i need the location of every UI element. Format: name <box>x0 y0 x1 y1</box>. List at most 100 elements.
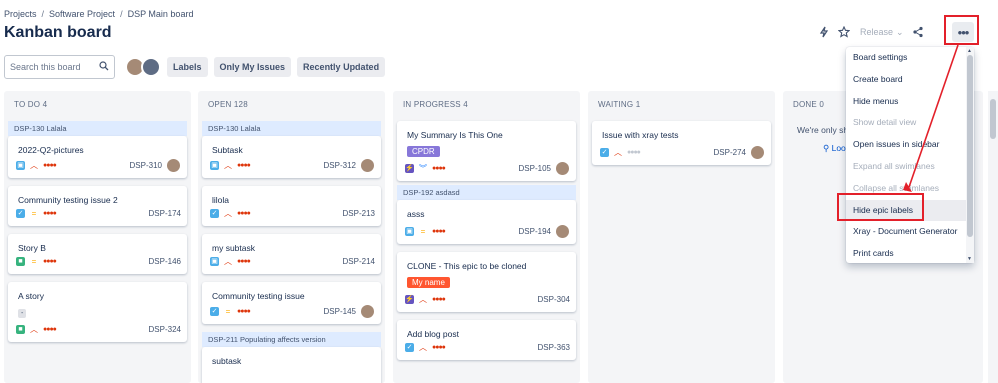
issue-card[interactable]: Issue with xray tests ✓ ︿ ●●●● DSP-274 <box>592 121 771 165</box>
page-scrollbar[interactable] <box>988 91 998 383</box>
card-title: subtask <box>212 356 242 366</box>
scroll-down-icon[interactable]: ▼ <box>967 256 972 262</box>
issue-card[interactable]: Subtask ▣ ︿ ●●●● DSP-312 <box>202 136 381 178</box>
issue-key[interactable]: DSP-304 <box>538 295 570 304</box>
estimate-dots: ●●●● <box>43 161 57 169</box>
issue-key[interactable]: DSP-105 <box>519 164 551 173</box>
done-link-text: Loo <box>831 143 846 153</box>
issue-key[interactable]: DSP-214 <box>343 257 375 266</box>
issue-card[interactable]: subtask <box>202 347 381 383</box>
chevron-down-icon: ⌄ <box>896 26 904 37</box>
menu-item-print-cards[interactable]: Print cards <box>846 243 974 265</box>
subtask-icon: ▣ <box>405 226 414 236</box>
card-title: 2022-Q2-pictures <box>18 145 84 155</box>
estimate-dots: ●●●● <box>237 209 251 217</box>
avatar[interactable] <box>141 57 161 77</box>
release-button[interactable]: Release ⌄ <box>860 27 908 38</box>
card-title: lilola <box>212 195 230 205</box>
scrollbar-thumb[interactable] <box>967 55 973 237</box>
epic-swimlane-label: DSP-192 asdasd <box>397 185 576 200</box>
breadcrumb-sep: / <box>120 9 123 19</box>
menu-item-create-board[interactable]: Create board <box>846 69 974 91</box>
star-icon[interactable] <box>834 22 854 42</box>
column-waiting: WAITING 1 Issue with xray tests ✓ ︿ ●●●● DS… <box>588 91 775 383</box>
filter-my-issues-button[interactable]: Only My Issues <box>213 57 292 77</box>
menu-scrollbar[interactable]: ▲ ▼ <box>966 47 974 263</box>
column-in-progress: IN PROGRESS 4 My Summary Is This One CPD… <box>393 91 580 383</box>
estimate-dots: ●●●● <box>237 257 251 265</box>
issue-card[interactable]: my subtask ▣ ︿ ●●●● DSP-214 <box>202 234 381 274</box>
priority-lowest-icon: ︾ <box>419 163 427 173</box>
avatar <box>360 303 375 319</box>
task-icon: ✓ <box>600 147 609 157</box>
issue-card[interactable]: CLONE - This epic to be cloned My name ⚡… <box>397 252 576 312</box>
column-header: TO DO 4 <box>14 100 48 109</box>
estimate-dots: ●●●● <box>43 325 57 333</box>
breadcrumb-sep: / <box>41 9 45 19</box>
issue-card[interactable]: asss ▣ = ●●●● DSP-194 <box>397 200 576 244</box>
estimate-dots: ●●●● <box>43 209 57 217</box>
priority-high-icon: ︿ <box>419 342 427 352</box>
lightning-icon[interactable] <box>814 22 834 42</box>
issue-card[interactable]: Community testing issue 2 ✓ = ●●●● DSP-174 <box>8 186 187 226</box>
issue-key[interactable]: DSP-363 <box>538 343 570 352</box>
issue-key[interactable]: DSP-146 <box>149 257 181 266</box>
story-icon: ■ <box>16 256 25 266</box>
issue-key[interactable]: DSP-213 <box>343 209 375 218</box>
priority-high-icon: ︿ <box>224 208 232 218</box>
header-actions: Release ⌄ <box>814 22 928 42</box>
issue-card[interactable]: Add blog post ✓ ︿ ●●●● DSP-363 <box>397 320 576 360</box>
story-icon: ■ <box>16 324 25 334</box>
priority-high-icon: ︿ <box>224 256 232 266</box>
issue-card[interactable]: Story B ■ = ●●●● DSP-146 <box>8 234 187 274</box>
issue-key[interactable]: DSP-324 <box>149 325 181 334</box>
priority-high-icon: ︿ <box>224 160 232 170</box>
issue-key[interactable]: DSP-312 <box>324 161 356 170</box>
epic-swimlane-label: DSP-130 Lalala <box>202 121 381 136</box>
card-title: A story <box>18 291 44 301</box>
menu-item-hide-menus[interactable]: Hide menus <box>846 91 974 113</box>
card-title: my subtask <box>212 243 255 253</box>
breadcrumb-board[interactable]: DSP Main board <box>128 9 194 19</box>
estimate-dots: ●●●● <box>237 307 251 315</box>
issue-key[interactable]: DSP-310 <box>130 161 162 170</box>
filter-recently-updated-button[interactable]: Recently Updated <box>297 57 386 77</box>
menu-item-board-settings[interactable]: Board settings <box>846 47 974 69</box>
epic-swimlane-label: DSP-130 Lalala <box>8 121 187 136</box>
issue-key[interactable]: DSP-194 <box>519 227 551 236</box>
breadcrumb-project[interactable]: Software Project <box>49 9 115 19</box>
avatar <box>555 223 570 239</box>
issue-card[interactable]: Community testing issue ✓ = ●●●● DSP-145 <box>202 282 381 324</box>
issue-card[interactable]: A story - ■ ︿ ●●●● DSP-324 <box>8 282 187 342</box>
priority-high-icon: ︿ <box>30 324 38 334</box>
priority-medium-icon: = <box>420 226 426 236</box>
filter-labels-button[interactable]: Labels <box>167 57 208 77</box>
estimate-dots: ●●●● <box>432 343 446 351</box>
column-todo: TO DO 4 DSP-130 Lalala 2022-Q2-pictures … <box>4 91 191 383</box>
epic-swimlane-label: DSP-211 Populating affects version <box>202 332 381 347</box>
menu-item-xray-doc-generator[interactable]: Xray - Document Generator <box>846 221 974 243</box>
issue-card[interactable]: My Summary Is This One CPDR ⚡ ︾ ●●●● DSP-10… <box>397 121 576 181</box>
task-icon: ✓ <box>405 342 414 352</box>
annotation-box-more <box>944 15 979 45</box>
priority-medium-icon: = <box>225 306 231 316</box>
search-input[interactable]: Search this board <box>4 55 115 79</box>
task-icon: ✓ <box>16 208 25 218</box>
card-label: - <box>18 309 27 318</box>
issue-card[interactable]: lilola ✓ ︿ ●●●● DSP-213 <box>202 186 381 226</box>
breadcrumb-projects[interactable]: Projects <box>4 9 37 19</box>
share-icon[interactable] <box>908 22 928 42</box>
column-header: OPEN 128 <box>208 100 248 109</box>
scroll-up-icon[interactable]: ▲ <box>967 48 972 54</box>
issue-key[interactable]: DSP-274 <box>714 148 746 157</box>
priority-high-icon: ︿ <box>30 160 38 170</box>
issue-card[interactable]: 2022-Q2-pictures ▣ ︿ ●●●● DSP-310 <box>8 136 187 178</box>
menu-item-open-issues-sidebar[interactable]: Open issues in sidebar <box>846 134 974 156</box>
column-open: OPEN 128 DSP-130 Lalala Subtask ▣ ︿ ●●●● DS… <box>198 91 385 383</box>
issue-key[interactable]: DSP-174 <box>149 209 181 218</box>
scrollbar-thumb[interactable] <box>990 99 996 139</box>
page-title: Kanban board <box>4 24 112 41</box>
menu-item-show-detail-view: Show detail view <box>853 117 917 128</box>
issue-key[interactable]: DSP-145 <box>324 307 356 316</box>
column-header: WAITING 1 <box>598 100 641 109</box>
